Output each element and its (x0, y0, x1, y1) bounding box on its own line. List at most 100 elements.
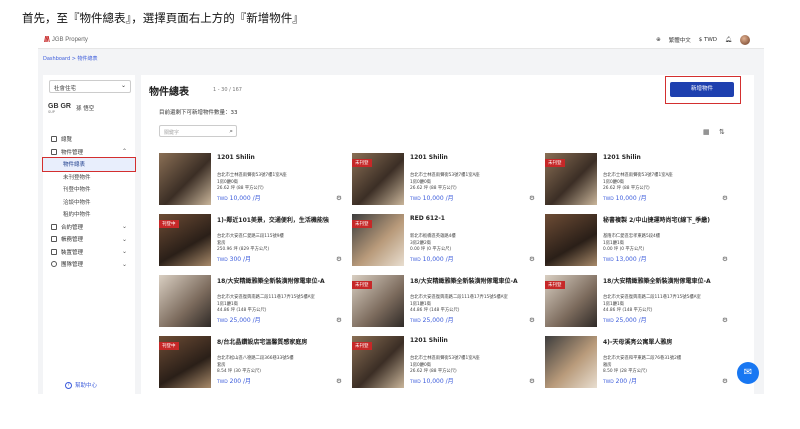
globe-icon[interactable]: ⊕ (656, 37, 661, 43)
sidebar-item-contracts[interactable]: 合約管理 ⌄ (43, 221, 135, 234)
property-card[interactable]: 刊登中 1)-鄰近101美景，交通便利，生活機能強 台北市大安區仁愛路三段115… (159, 214, 344, 274)
grid-view-icon[interactable]: ▦ (703, 128, 710, 136)
status-badge: 刊登中 (159, 342, 179, 350)
card-currency: TWD (410, 319, 421, 324)
sidebar-item-label: 總覽 (61, 137, 73, 144)
wallet-icon (51, 236, 57, 243)
property-card[interactable]: 未刊登 1201 Shilin 台北市士林區雨聲街53號7樓1室A座 1房0廳0… (352, 336, 537, 394)
property-photo[interactable] (545, 336, 597, 388)
card-price-value: 25,000 /月 (229, 317, 261, 324)
sidebar-item-property[interactable]: 物件管理 ⌃ (43, 146, 135, 159)
property-photo[interactable] (545, 214, 597, 266)
property-photo[interactable]: 未刊登 (545, 275, 597, 327)
card-area: 8.54 坪 (30 平方公尺) (217, 369, 261, 374)
status-badge: 未刊登 (545, 281, 565, 289)
property-photo[interactable]: 未刊登 (545, 153, 597, 205)
logo[interactable]: ///\ JGB Property (44, 35, 88, 44)
search-icon[interactable]: ⌕ (229, 127, 233, 136)
property-card[interactable]: 未刊登 1201 Shilin 台北市士林區雨聲街53號7樓1室A座 1房0廳0… (545, 153, 730, 213)
gear-icon[interactable]: ⚙ (529, 194, 535, 202)
chevron-up-icon: ⌃ (121, 148, 127, 156)
card-title: 18/大安精緻雅築全新裝潢附傢電車位-A (217, 278, 325, 285)
page-count: 1 - 30 / 167 (213, 87, 242, 93)
property-card[interactable]: 未刊登 1201 Shilin 台北市士林區雨聲街53號7樓1室A座 1房0廳0… (352, 153, 537, 213)
property-photo[interactable]: 未刊登 (352, 214, 404, 266)
gear-icon[interactable]: ⚙ (529, 316, 535, 324)
sidebar-item-leased[interactable]: 租約中物件 (43, 208, 135, 221)
property-card[interactable]: 秘書複製 2/中山捷運時尚宅(線下_季繳) 基隆市仁愛區忠孝東路5段4樓 1房1… (545, 214, 730, 274)
breadcrumb[interactable]: Dashboard > 物件總表 (43, 55, 98, 62)
card-address: 新北市板橋區英雄路4樓 (410, 234, 456, 239)
card-currency: TWD (217, 380, 228, 385)
community-select[interactable]: 社會住宅 ⌄ (49, 80, 131, 93)
currency-select[interactable]: $ TWD (699, 37, 717, 43)
chevron-down-icon: ⌄ (121, 235, 127, 243)
help-center-label: 幫助中心 (75, 383, 98, 389)
card-address: 台北市大安區復興南路二段111巷17弄15號5樓A室 (217, 295, 315, 300)
gear-icon[interactable]: ⚙ (529, 255, 535, 263)
card-price-value: 300 /月 (229, 256, 252, 263)
gear-icon[interactable]: ⚙ (336, 377, 342, 385)
card-address: 台北市大安區和平東路二段76巷31號2樓 (603, 356, 682, 361)
card-price-value: 10,000 /月 (422, 256, 454, 263)
property-card[interactable]: 未刊登 18/大安精緻雅築全新裝潢附傢電車位-A 台北市大安區復興南路二段111… (352, 275, 537, 335)
property-card[interactable]: 1201 Shilin 台北市士林區雨聲街53號7樓1室A座 1房0廳0衛 26… (159, 153, 344, 213)
gear-icon[interactable]: ⚙ (336, 255, 342, 263)
gear-icon[interactable]: ⚙ (722, 377, 728, 385)
help-center-link[interactable]: ? 幫助中心 (65, 381, 97, 389)
property-card[interactable]: 未刊登 18/大安精緻雅築全新裝潢附傢電車位-A 台北市大安區復興南路二段111… (545, 275, 730, 335)
sidebar-item-negotiating[interactable]: 洽談中物件 (43, 196, 135, 209)
sidebar-item-published[interactable]: 刊登中物件 (43, 183, 135, 196)
device-icon (51, 248, 57, 255)
sidebar-item-label: 刊登中物件 (63, 187, 91, 194)
card-area: 26.62 坪 (88 平方公尺) (410, 369, 457, 374)
bell-icon[interactable]: 🔔︎ (725, 37, 732, 43)
sidebar-item-label: 物件管理 (61, 149, 84, 156)
property-card[interactable]: 18/大安精緻雅築全新裝潢附傢電車位-A 台北市大安區復興南路二段111巷17弄… (159, 275, 344, 335)
property-photo[interactable]: 刊登中 (159, 214, 211, 266)
property-photo[interactable] (159, 153, 211, 205)
property-card[interactable]: 4)-天母溪亮公寓單人雅房 台北市大安區和平東路二段76巷31號2樓 雅房 8.… (545, 336, 730, 394)
property-card[interactable]: 刊登中 8/台北晶鑽設店宅溫馨質感家庭房 台北市松山區八德路二段366巷33號5… (159, 336, 344, 394)
chevron-down-icon: ⌄ (121, 223, 127, 231)
quota-text: 目前還剩下可新增物件數量：33 (159, 110, 238, 116)
sidebar-item-devices[interactable]: 裝置管理 ⌄ (43, 246, 135, 259)
sort-icon[interactable]: ⇅ (719, 128, 725, 136)
chevron-down-icon: ⌄ (120, 82, 126, 89)
status-badge: 刊登中 (159, 220, 179, 228)
gear-icon[interactable]: ⚙ (722, 194, 728, 202)
messenger-icon[interactable]: ✉ (737, 362, 759, 384)
card-price-value: 10,000 /月 (229, 195, 261, 202)
dashboard-icon (51, 136, 57, 143)
card-price-value: 10,000 /月 (422, 195, 454, 202)
avatar[interactable] (740, 35, 750, 45)
card-address: 基隆市仁愛區忠孝東路5段4樓 (603, 234, 661, 239)
card-currency: TWD (410, 197, 421, 202)
sidebar-item-overview[interactable]: 總覽 (43, 133, 135, 146)
sidebar-item-billing[interactable]: 帳務管理 ⌄ (43, 233, 135, 246)
language-select[interactable]: 繁體中文 (669, 36, 691, 44)
gear-icon[interactable]: ⚙ (336, 316, 342, 324)
sidebar-item-unpublished[interactable]: 未刊登物件 (43, 171, 135, 184)
card-price: TWD 10,000 /月 (603, 193, 647, 202)
sidebar-item-label: 洽談中物件 (63, 199, 91, 206)
card-area: 0.00 坪 (0 平方公尺) (410, 247, 452, 252)
card-title: 18/大安精緻雅築全新裝潢附傢電車位-A (410, 278, 518, 285)
gear-icon[interactable]: ⚙ (722, 255, 728, 263)
gear-icon[interactable]: ⚙ (336, 194, 342, 202)
card-address: 台北市松山區八德路二段366巷33號5樓 (217, 356, 294, 361)
gear-icon[interactable]: ⚙ (529, 377, 535, 385)
brand-name: JGB Property (51, 36, 88, 43)
gear-icon[interactable]: ⚙ (722, 316, 728, 324)
sidebar-item-property-list[interactable]: 物件總表 (42, 157, 136, 172)
property-photo[interactable]: 刊登中 (159, 336, 211, 388)
property-photo[interactable]: 未刊登 (352, 336, 404, 388)
add-property-button[interactable]: 新增物件 (670, 82, 734, 97)
property-photo[interactable]: 未刊登 (352, 153, 404, 205)
property-photo[interactable] (159, 275, 211, 327)
property-photo[interactable]: 未刊登 (352, 275, 404, 327)
card-title: 1201 Shilin (217, 154, 255, 161)
search-input[interactable]: 關鍵字 ⌕ (159, 125, 237, 137)
sidebar-item-team[interactable]: 團隊管理 ⌄ (43, 258, 135, 271)
property-card[interactable]: 未刊登 RED 612-1 新北市板橋區英雄路4樓 3房2廳2衛 0.00 坪 … (352, 214, 537, 274)
